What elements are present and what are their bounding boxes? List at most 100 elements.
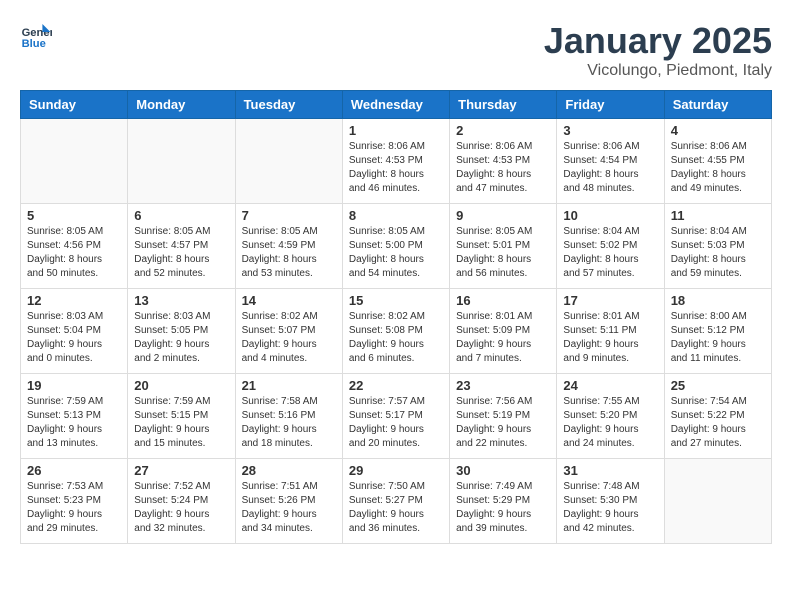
calendar-cell: 29 Sunrise: 7:50 AM Sunset: 5:27 PM Dayli… [342,459,449,544]
day-number: 11 [671,208,765,223]
week-row-5: 26 Sunrise: 7:53 AM Sunset: 5:23 PM Dayli… [21,459,772,544]
calendar-cell: 15 Sunrise: 8:02 AM Sunset: 5:08 PM Dayli… [342,289,449,374]
calendar-title: January 2025 [544,20,772,62]
day-number: 12 [27,293,121,308]
day-info: Sunrise: 7:55 AM Sunset: 5:20 PM Dayligh… [563,395,657,451]
day-info: Sunrise: 8:04 AM Sunset: 5:02 PM Dayligh… [563,225,657,281]
calendar-cell: 24 Sunrise: 7:55 AM Sunset: 5:20 PM Dayli… [557,374,664,459]
day-info: Sunrise: 8:05 AM Sunset: 5:01 PM Dayligh… [456,225,550,281]
day-number: 28 [242,463,336,478]
calendar-cell: 14Sunrise: 8:02 AM Sunset: 5:07 PM Dayli… [235,289,342,374]
day-info: Sunrise: 8:01 AM Sunset: 5:09 PM Dayligh… [456,310,550,366]
day-number: 7 [242,208,336,223]
calendar-cell: 26 Sunrise: 7:53 AM Sunset: 5:23 PM Dayli… [21,459,128,544]
day-number: 9 [456,208,550,223]
day-number: 27 [134,463,228,478]
day-info: Sunrise: 7:57 AM Sunset: 5:17 PM Dayligh… [349,395,443,451]
title-block: January 2025 Vicolungo, Piedmont, Italy [544,20,772,80]
day-number: 22 [349,378,443,393]
weekday-header-saturday: Saturday [664,91,771,119]
day-info: Sunrise: 8:05 AM Sunset: 4:59 PM Dayligh… [242,225,336,281]
weekday-header-wednesday: Wednesday [342,91,449,119]
day-info: Sunrise: 7:50 AM Sunset: 5:27 PM Dayligh… [349,480,443,536]
day-info: Sunrise: 8:00 AM Sunset: 5:12 PM Dayligh… [671,310,765,366]
day-number: 2 [456,123,550,138]
day-info: Sunrise: 7:52 AM Sunset: 5:24 PM Dayligh… [134,480,228,536]
week-row-1: 1 Sunrise: 8:06 AM Sunset: 4:53 PM Daylig… [21,119,772,204]
calendar-cell: 30 Sunrise: 7:49 AM Sunset: 5:29 PM Dayli… [450,459,557,544]
day-number: 10 [563,208,657,223]
day-info: Sunrise: 8:05 AM Sunset: 4:56 PM Dayligh… [27,225,121,281]
day-number: 18 [671,293,765,308]
day-info: Sunrise: 7:49 AM Sunset: 5:29 PM Dayligh… [456,480,550,536]
day-info: Sunrise: 7:59 AM Sunset: 5:15 PM Dayligh… [134,395,228,451]
day-info: Sunrise: 7:53 AM Sunset: 5:23 PM Dayligh… [27,480,121,536]
week-row-3: 12 Sunrise: 8:03 AM Sunset: 5:04 PM Dayli… [21,289,772,374]
calendar-cell: 4 Sunrise: 8:06 AM Sunset: 4:55 PM Daylig… [664,119,771,204]
calendar-cell: 8 Sunrise: 8:05 AM Sunset: 5:00 PM Daylig… [342,204,449,289]
weekday-header-row: SundayMondayTuesdayWednesdayThursdayFrid… [21,91,772,119]
calendar-cell [21,119,128,204]
calendar-cell [664,459,771,544]
day-info: Sunrise: 7:51 AM Sunset: 5:26 PM Dayligh… [242,480,336,536]
calendar-cell: 6 Sunrise: 8:05 AM Sunset: 4:57 PM Daylig… [128,204,235,289]
day-number: 19 [27,378,121,393]
week-row-4: 19Sunrise: 7:59 AM Sunset: 5:13 PM Dayli… [21,374,772,459]
day-number: 29 [349,463,443,478]
svg-text:Blue: Blue [22,38,46,50]
day-info: Sunrise: 7:58 AM Sunset: 5:16 PM Dayligh… [242,395,336,451]
day-info: Sunrise: 8:06 AM Sunset: 4:55 PM Dayligh… [671,140,765,196]
calendar-cell: 9 Sunrise: 8:05 AM Sunset: 5:01 PM Daylig… [450,204,557,289]
day-info: Sunrise: 8:05 AM Sunset: 5:00 PM Dayligh… [349,225,443,281]
day-info: Sunrise: 8:04 AM Sunset: 5:03 PM Dayligh… [671,225,765,281]
calendar-cell: 27 Sunrise: 7:52 AM Sunset: 5:24 PM Dayli… [128,459,235,544]
logo-icon: General Blue [20,20,52,52]
day-number: 6 [134,208,228,223]
weekday-header-tuesday: Tuesday [235,91,342,119]
calendar-cell: 25Sunrise: 7:54 AM Sunset: 5:22 PM Dayli… [664,374,771,459]
day-number: 26 [27,463,121,478]
calendar-cell [235,119,342,204]
day-number: 25 [671,378,765,393]
day-info: Sunrise: 8:02 AM Sunset: 5:08 PM Dayligh… [349,310,443,366]
day-info: Sunrise: 7:56 AM Sunset: 5:19 PM Dayligh… [456,395,550,451]
calendar-subtitle: Vicolungo, Piedmont, Italy [544,62,772,80]
day-number: 14 [242,293,336,308]
day-info: Sunrise: 8:05 AM Sunset: 4:57 PM Dayligh… [134,225,228,281]
day-number: 16 [456,293,550,308]
calendar-cell: 3Sunrise: 8:06 AM Sunset: 4:54 PM Daylig… [557,119,664,204]
day-number: 8 [349,208,443,223]
calendar-cell: 12 Sunrise: 8:03 AM Sunset: 5:04 PM Dayli… [21,289,128,374]
day-number: 5 [27,208,121,223]
day-number: 1 [349,123,443,138]
calendar-cell: 10 Sunrise: 8:04 AM Sunset: 5:02 PM Dayli… [557,204,664,289]
day-number: 13 [134,293,228,308]
calendar-cell: 16 Sunrise: 8:01 AM Sunset: 5:09 PM Dayli… [450,289,557,374]
calendar-cell: 31Sunrise: 7:48 AM Sunset: 5:30 PM Dayli… [557,459,664,544]
day-number: 3 [563,123,657,138]
calendar-cell: 28 Sunrise: 7:51 AM Sunset: 5:26 PM Dayli… [235,459,342,544]
weekday-header-friday: Friday [557,91,664,119]
week-row-2: 5 Sunrise: 8:05 AM Sunset: 4:56 PM Daylig… [21,204,772,289]
day-number: 24 [563,378,657,393]
weekday-header-thursday: Thursday [450,91,557,119]
weekday-header-sunday: Sunday [21,91,128,119]
calendar-cell: 23Sunrise: 7:56 AM Sunset: 5:19 PM Dayli… [450,374,557,459]
calendar-cell: 20 Sunrise: 7:59 AM Sunset: 5:15 PM Dayli… [128,374,235,459]
day-number: 30 [456,463,550,478]
day-info: Sunrise: 8:06 AM Sunset: 4:53 PM Dayligh… [349,140,443,196]
day-number: 21 [242,378,336,393]
logo: General Blue [20,20,56,52]
calendar-table: SundayMondayTuesdayWednesdayThursdayFrid… [20,90,772,544]
day-number: 4 [671,123,765,138]
calendar-cell: 7 Sunrise: 8:05 AM Sunset: 4:59 PM Daylig… [235,204,342,289]
day-info: Sunrise: 8:03 AM Sunset: 5:04 PM Dayligh… [27,310,121,366]
page-header: General Blue January 2025 Vicolungo, Pie… [20,20,772,80]
day-info: Sunrise: 8:03 AM Sunset: 5:05 PM Dayligh… [134,310,228,366]
day-number: 20 [134,378,228,393]
calendar-cell [128,119,235,204]
calendar-cell: 19Sunrise: 7:59 AM Sunset: 5:13 PM Dayli… [21,374,128,459]
day-number: 17 [563,293,657,308]
day-number: 15 [349,293,443,308]
calendar-cell: 18 Sunrise: 8:00 AM Sunset: 5:12 PM Dayli… [664,289,771,374]
